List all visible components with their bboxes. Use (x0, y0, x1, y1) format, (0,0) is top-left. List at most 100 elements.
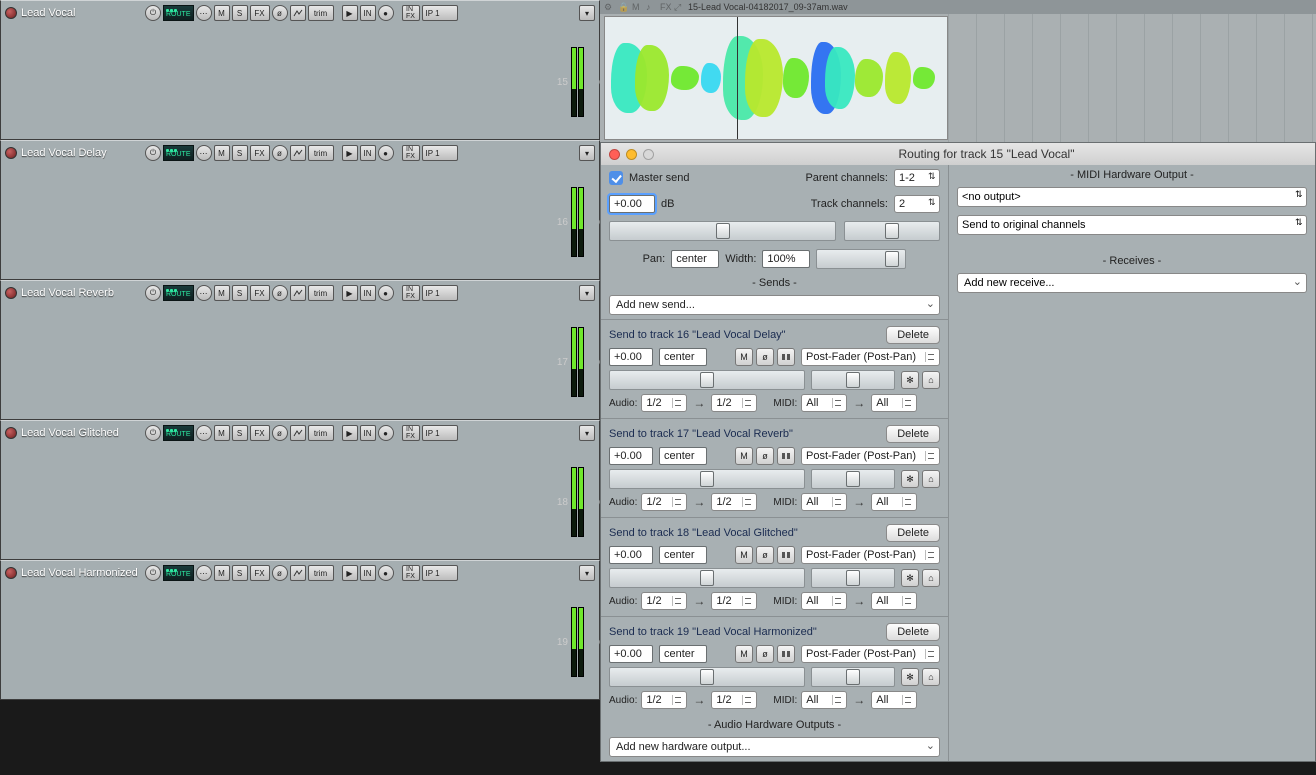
send-mode-select[interactable]: Post-Fader (Post-Pan) (801, 546, 940, 564)
solo-button[interactable]: S (232, 145, 248, 161)
track-row[interactable]: Lead Vocal Reverb ⏻ ROUTE ⋯ M S FX ø tri… (0, 280, 600, 420)
track-power-icon[interactable]: ⏻ (145, 145, 161, 161)
mute-button[interactable]: M (214, 565, 230, 581)
route-button[interactable]: ROUTE (163, 5, 194, 21)
track-channels-select[interactable]: 2 (894, 195, 940, 213)
send-settings-icon[interactable]: ✻ (901, 668, 919, 686)
send-settings-icon[interactable]: ✻ (901, 569, 919, 587)
send-mono-icon[interactable] (777, 546, 795, 564)
trim-button[interactable]: trim (308, 425, 334, 441)
send-phase-icon[interactable]: ø (756, 348, 774, 366)
input-fx-icon[interactable]: INFX (402, 425, 420, 441)
send-mute-button[interactable]: M (735, 546, 753, 564)
mute-button[interactable]: M (214, 285, 230, 301)
input-select[interactable]: IP 1 (422, 145, 458, 161)
send-volume-input[interactable]: +0.00 (609, 645, 653, 663)
fx-button[interactable]: FX (250, 145, 270, 161)
play-icon[interactable]: ▶ (342, 285, 358, 301)
send-goto-icon[interactable]: ⌂ (922, 470, 940, 488)
window-close-icon[interactable] (609, 149, 620, 160)
add-send-combo[interactable]: Add new send... (609, 295, 940, 315)
send-pan-slider[interactable] (811, 469, 895, 489)
send-midi-dst-select[interactable]: All (871, 592, 917, 610)
route-button[interactable]: ROUTE (163, 425, 194, 441)
send-phase-icon[interactable]: ø (756, 645, 774, 663)
track-name[interactable]: Lead Vocal Glitched (21, 427, 141, 439)
clip-body[interactable] (600, 14, 1316, 142)
send-volume-slider[interactable] (609, 469, 805, 489)
send-midi-src-select[interactable]: All (801, 493, 847, 511)
track-dropdown-icon[interactable]: ▾ (579, 5, 595, 21)
track-name[interactable]: Lead Vocal Harmonized (21, 567, 141, 579)
master-volume-input[interactable]: +0.00 (609, 195, 655, 213)
solo-button[interactable]: S (232, 285, 248, 301)
send-midi-dst-select[interactable]: All (871, 493, 917, 511)
record-arm-button[interactable] (5, 427, 17, 439)
track-dropdown-icon[interactable]: ▾ (579, 285, 595, 301)
record-arm-button[interactable] (5, 567, 17, 579)
window-minimize-icon[interactable] (626, 149, 637, 160)
send-mute-button[interactable]: M (735, 348, 753, 366)
trim-button[interactable]: trim (308, 565, 334, 581)
monitor-icon[interactable]: ● (378, 565, 394, 581)
input-mode-button[interactable]: IN (360, 425, 376, 441)
send-volume-input[interactable]: +0.00 (609, 546, 653, 564)
solo-button[interactable]: S (232, 5, 248, 21)
trim-button[interactable]: trim (308, 285, 334, 301)
send-mode-select[interactable]: Post-Fader (Post-Pan) (801, 447, 940, 465)
phase-icon[interactable]: ø (272, 5, 288, 21)
monitor-icon[interactable]: ● (378, 145, 394, 161)
midi-send-channels-select[interactable]: Send to original channels (957, 215, 1307, 235)
monitor-icon[interactable]: ● (378, 5, 394, 21)
delete-send-button[interactable]: Delete (886, 524, 940, 542)
input-mode-button[interactable]: IN (360, 565, 376, 581)
input-mode-button[interactable]: IN (360, 285, 376, 301)
track-name[interactable]: Lead Vocal Reverb (21, 287, 141, 299)
master-send-checkbox[interactable] (609, 171, 623, 185)
monitor-icon[interactable]: ● (378, 285, 394, 301)
send-goto-icon[interactable]: ⌂ (922, 668, 940, 686)
input-mode-button[interactable]: IN (360, 145, 376, 161)
solo-button[interactable]: S (232, 565, 248, 581)
phase-icon[interactable]: ø (272, 285, 288, 301)
input-select[interactable]: IP 1 (422, 425, 458, 441)
track-dropdown-icon[interactable]: ▾ (579, 145, 595, 161)
delete-send-button[interactable]: Delete (886, 326, 940, 344)
track-power-icon[interactable]: ⏻ (145, 565, 161, 581)
fx-button[interactable]: FX (250, 565, 270, 581)
envelope-icon[interactable] (290, 145, 306, 161)
solo-button[interactable]: S (232, 425, 248, 441)
mute-button[interactable]: M (214, 145, 230, 161)
track-name[interactable]: Lead Vocal Delay (21, 147, 141, 159)
window-zoom-icon[interactable] (643, 149, 654, 160)
monitor-icon[interactable]: ● (378, 425, 394, 441)
send-pan-slider[interactable] (811, 370, 895, 390)
track-row[interactable]: Lead Vocal ⏻ ROUTE ⋯ M S FX ø trim ▶ IN … (0, 0, 600, 140)
clip-expand-icon[interactable]: ⤢ (674, 2, 684, 12)
width-slider[interactable] (816, 249, 906, 269)
parent-channels-select[interactable]: 1-2 (894, 169, 940, 187)
track-row[interactable]: Lead Vocal Harmonized ⏻ ROUTE ⋯ M S FX ø… (0, 560, 600, 700)
route-button[interactable]: ROUTE (163, 285, 194, 301)
waveform[interactable] (604, 16, 948, 140)
add-hw-output-combo[interactable]: Add new hardware output... (609, 737, 940, 757)
send-midi-src-select[interactable]: All (801, 394, 847, 412)
record-arm-button[interactable] (5, 147, 17, 159)
send-audio-dst-select[interactable]: 1/2 (711, 493, 757, 511)
track-menu-icon[interactable]: ⋯ (196, 5, 212, 21)
mute-button[interactable]: M (214, 5, 230, 21)
send-volume-slider[interactable] (609, 667, 805, 687)
input-fx-icon[interactable]: INFX (402, 5, 420, 21)
track-dropdown-icon[interactable]: ▾ (579, 425, 595, 441)
mute-button[interactable]: M (214, 425, 230, 441)
envelope-icon[interactable] (290, 425, 306, 441)
send-settings-icon[interactable]: ✻ (901, 371, 919, 389)
send-goto-icon[interactable]: ⌂ (922, 569, 940, 587)
track-row[interactable]: Lead Vocal Glitched ⏻ ROUTE ⋯ M S FX ø t… (0, 420, 600, 560)
send-pan-slider[interactable] (811, 568, 895, 588)
clip-note-icon[interactable]: ♪ (646, 2, 656, 12)
send-audio-dst-select[interactable]: 1/2 (711, 394, 757, 412)
send-pan-input[interactable]: center (659, 447, 707, 465)
send-pan-input[interactable]: center (659, 645, 707, 663)
envelope-icon[interactable] (290, 5, 306, 21)
